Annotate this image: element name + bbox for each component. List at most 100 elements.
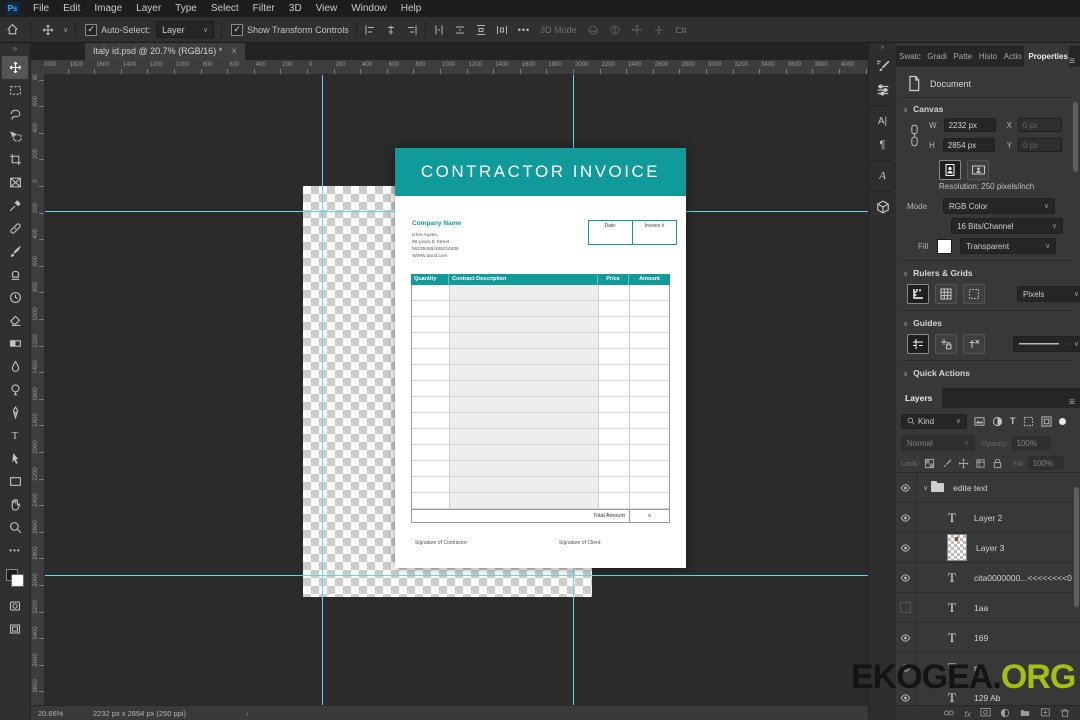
tab-patte[interactable]: Patte: [949, 46, 974, 67]
delete-layer-icon[interactable]: [1060, 708, 1070, 718]
distribute-vertical-icon[interactable]: [433, 24, 445, 36]
lock-guides-button[interactable]: [935, 334, 957, 354]
tab-swatc[interactable]: Swatc: [895, 46, 923, 67]
type-tool[interactable]: T: [2, 424, 28, 447]
auto-select-checkbox[interactable]: ✓: [85, 23, 98, 36]
filter-shape-layers-icon[interactable]: [1023, 416, 1034, 427]
align-left-icon[interactable]: [364, 24, 376, 36]
3d-camera-icon[interactable]: [675, 24, 687, 36]
menu-item-window[interactable]: Window: [344, 0, 394, 17]
eraser-tool[interactable]: [2, 309, 28, 332]
link-layers-icon[interactable]: [943, 708, 955, 718]
quick-actions-section-header[interactable]: ∨ Quick Actions: [903, 368, 970, 378]
more-options-icon[interactable]: •••: [518, 25, 530, 35]
menu-item-edit[interactable]: Edit: [56, 0, 87, 17]
menu-item-layer[interactable]: Layer: [129, 0, 168, 17]
guide-style-dropdown[interactable]: ∨: [1013, 336, 1080, 352]
status-arrow-icon[interactable]: ›: [246, 709, 249, 718]
brush-tool[interactable]: [2, 240, 28, 263]
properties-panel-menu-icon[interactable]: ≡: [1069, 56, 1080, 67]
layer-row[interactable]: Tcita0000000...<<<<<<<<0 d: [895, 563, 1080, 593]
adjustment-layer-icon[interactable]: [1000, 708, 1010, 718]
toggle-grid-button[interactable]: [935, 284, 957, 304]
distribute-tops-icon[interactable]: [475, 24, 487, 36]
fill-dropdown[interactable]: Transparent ∨: [960, 238, 1057, 254]
vertical-ruler[interactable]: 800 600 400 200 0 200 400 600 800 1000 1200 1400 160…: [30, 74, 45, 705]
align-center-icon[interactable]: [385, 24, 397, 36]
layer-row[interactable]: Tm: [895, 653, 1080, 683]
zoom-level[interactable]: 20.66%: [38, 709, 93, 718]
blend-mode-dropdown[interactable]: Normal ∨: [901, 435, 975, 451]
visibility-eye-icon[interactable]: [895, 653, 917, 682]
new-layer-icon[interactable]: [1040, 708, 1051, 718]
layer-row[interactable]: Layer 3: [895, 533, 1080, 563]
3d-orbit-icon[interactable]: [587, 24, 599, 36]
new-group-icon[interactable]: [1019, 708, 1031, 718]
opacity-input[interactable]: 100%: [1011, 436, 1050, 450]
background-color-swatch[interactable]: [11, 574, 24, 587]
bit-depth-dropdown[interactable]: 16 Bits/Channel ∨: [951, 218, 1063, 234]
foreground-background-colors[interactable]: [5, 568, 25, 588]
tab-gradi[interactable]: Gradi: [923, 46, 949, 67]
move-tool-icon[interactable]: [42, 24, 54, 36]
close-tab-icon[interactable]: ×: [231, 46, 237, 57]
menu-item-image[interactable]: Image: [87, 0, 129, 17]
layers-scrollbar[interactable]: [1074, 487, 1079, 607]
lasso-tool[interactable]: [2, 102, 28, 125]
tab-layers[interactable]: Layers: [895, 388, 943, 408]
vertical-guide[interactable]: [322, 74, 323, 705]
invoice-page-layer[interactable]: CONTRACTOR INVOICE Company Name USA-Aust…: [395, 148, 686, 568]
filter-toggle-icon[interactable]: [1058, 416, 1066, 427]
move-tool[interactable]: [2, 56, 28, 79]
tab-actio[interactable]: Actio: [1000, 46, 1025, 67]
blur-tool[interactable]: [2, 355, 28, 378]
lock-position-icon[interactable]: [958, 458, 969, 469]
visibility-eye-icon[interactable]: [895, 563, 917, 592]
filter-adjustment-layers-icon[interactable]: [992, 416, 1003, 427]
layer-row[interactable]: T 169: [895, 623, 1080, 653]
horizontal-ruler[interactable]: 2000 1800 1600 1400 1200 1000 800 600 400 200 0 200…: [44, 60, 868, 75]
visibility-eye-icon[interactable]: [895, 683, 917, 706]
tab-properties[interactable]: Properties: [1024, 46, 1070, 67]
crop-tool[interactable]: [2, 148, 28, 171]
menu-item-filter[interactable]: Filter: [246, 0, 282, 17]
group-expand-caret-icon[interactable]: ∨: [923, 484, 928, 492]
properties-scrollbar[interactable]: [1073, 102, 1078, 172]
horizontal-guide[interactable]: [44, 575, 868, 576]
menu-item-3d[interactable]: 3D: [282, 0, 309, 17]
toggle-rulers-button[interactable]: [907, 284, 929, 304]
lock-transparency-icon[interactable]: [924, 458, 935, 469]
visibility-eye-icon[interactable]: [895, 473, 917, 502]
filter-kind-dropdown[interactable]: Kind ∨: [901, 413, 967, 429]
canvas-width-input[interactable]: 2232 px: [943, 118, 996, 132]
fill-input[interactable]: 100%: [1027, 456, 1064, 470]
layer-effects-icon[interactable]: fx: [964, 704, 971, 720]
object-selection-tool[interactable]: [2, 125, 28, 148]
lock-pixels-icon[interactable]: [941, 458, 952, 469]
distribute-horizontal-icon[interactable]: [454, 24, 466, 36]
toggle-guides-button[interactable]: [907, 334, 929, 354]
hand-tool[interactable]: [2, 493, 28, 516]
distribute-lefts-icon[interactable]: [496, 24, 508, 36]
menu-item-view[interactable]: View: [309, 0, 345, 17]
3d-slide-icon[interactable]: [653, 24, 665, 36]
lock-artboard-icon[interactable]: [975, 458, 986, 469]
rulers-grids-section-header[interactable]: ∨ Rulers & Grids: [903, 268, 973, 278]
filter-smart-objects-icon[interactable]: [1040, 415, 1052, 427]
show-transform-checkbox[interactable]: ✓: [231, 23, 244, 36]
spot-healing-tool[interactable]: [2, 217, 28, 240]
clear-guides-button[interactable]: [963, 334, 985, 354]
ruler-origin-corner[interactable]: [30, 60, 45, 75]
paragraph-panel-icon[interactable]: ¶: [871, 133, 895, 157]
canvas-height-input[interactable]: 2854 px: [942, 138, 995, 152]
layer-row[interactable]: ∨ edite text: [895, 473, 1080, 503]
toggle-pixel-grid-button[interactable]: [963, 284, 985, 304]
ruler-units-dropdown[interactable]: Pixels ∨: [1017, 286, 1080, 302]
layer-row[interactable]: T 129 Ab: [895, 683, 1080, 706]
fill-color-swatch[interactable]: [937, 238, 953, 254]
tool-presets-panel-icon[interactable]: [871, 78, 895, 102]
3d-panel-icon[interactable]: [871, 195, 895, 219]
menu-item-type[interactable]: Type: [168, 0, 204, 17]
menu-item-file[interactable]: File: [26, 0, 56, 17]
align-right-icon[interactable]: [406, 24, 418, 36]
